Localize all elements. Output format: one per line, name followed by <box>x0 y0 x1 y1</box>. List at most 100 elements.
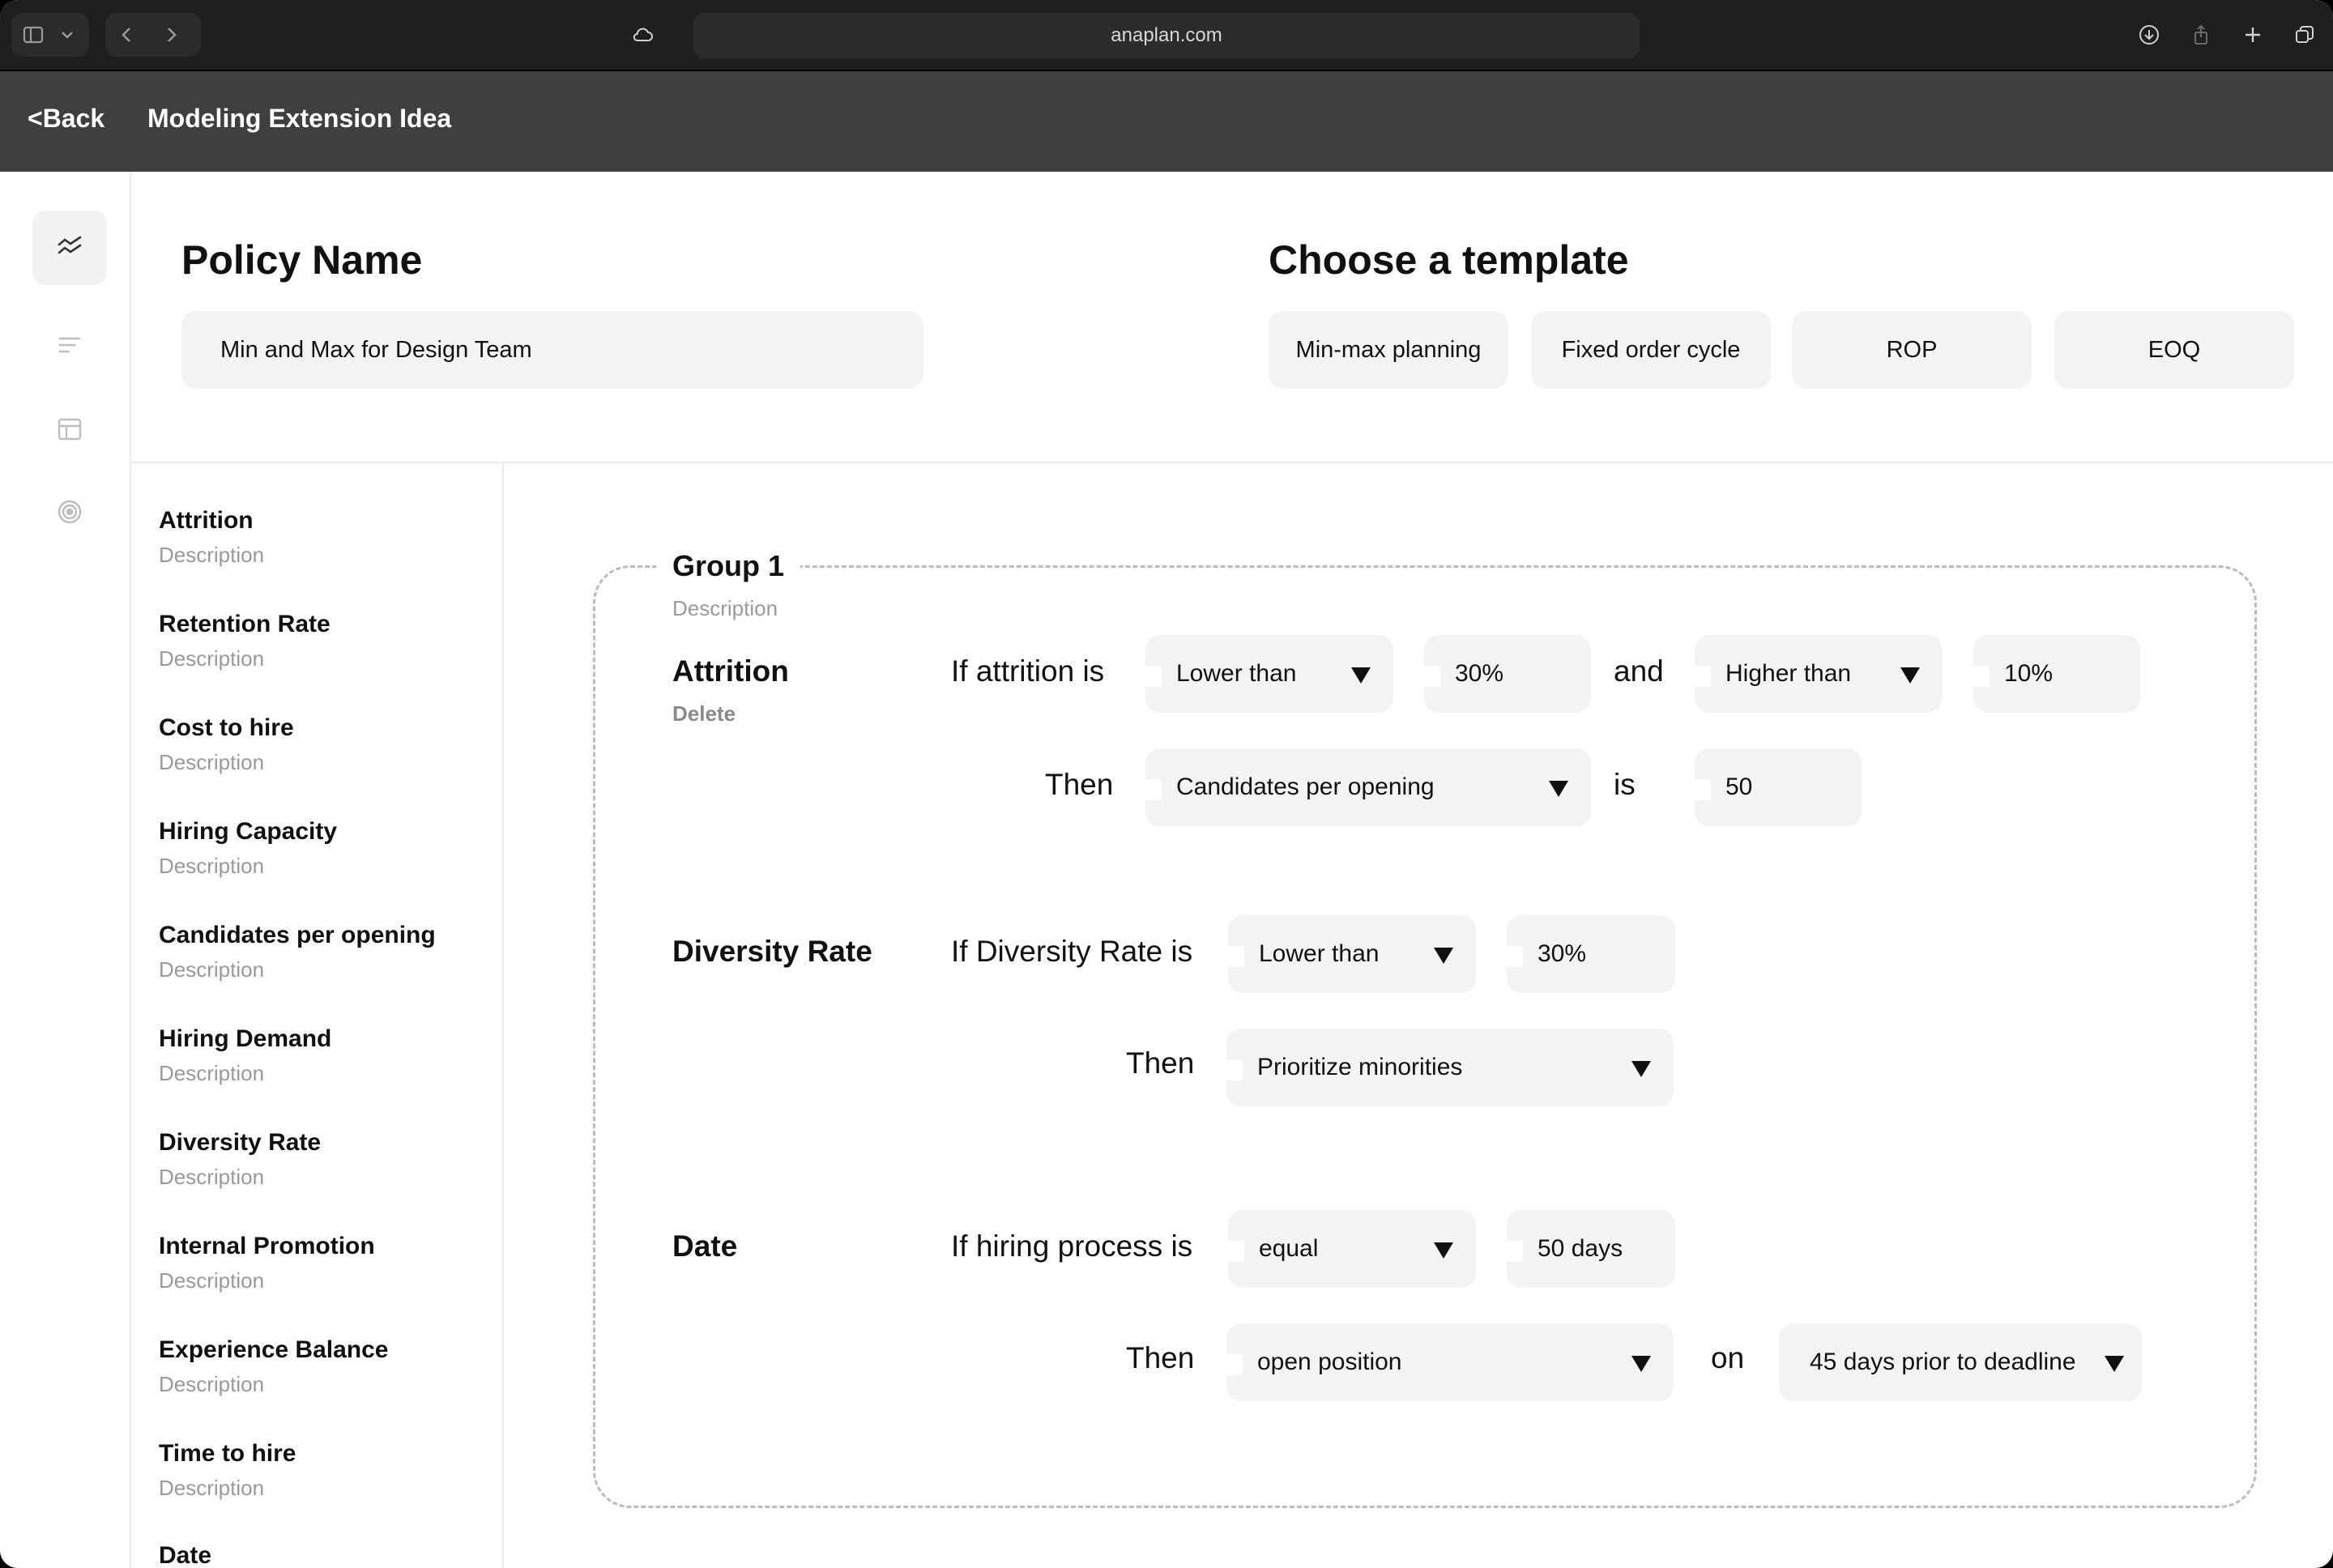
dropdown-value: Prioritize minorities <box>1257 1054 1463 1080</box>
list-item[interactable]: Time to hire Description <box>159 1440 296 1501</box>
dropdown-value: Lower than <box>1176 660 1297 687</box>
list-item[interactable]: Hiring Capacity Description <box>159 818 337 879</box>
condition-dropdown[interactable]: Higher than <box>1695 635 1943 713</box>
download-icon[interactable] <box>2127 13 2171 57</box>
chevron-down-icon <box>55 13 79 57</box>
metric-title: Candidates per opening <box>159 922 436 948</box>
metric-title: Internal Promotion <box>159 1233 375 1259</box>
dropdown-value: Lower than <box>1259 940 1380 967</box>
checkbox[interactable] <box>1228 946 1244 967</box>
dropdown-value: Candidates per opening <box>1176 773 1435 800</box>
delete-rule-button[interactable]: Delete <box>672 701 736 726</box>
value-field[interactable]: 30% <box>1424 635 1591 713</box>
list-item[interactable]: Hiring Demand Description <box>159 1025 331 1086</box>
value-field[interactable]: 10% <box>1973 635 2140 713</box>
condition-dropdown[interactable]: Lower than <box>1145 635 1393 713</box>
dropdown-arrow-icon <box>1351 667 1371 684</box>
metric-title: Attrition <box>159 507 254 534</box>
dropdown-arrow-icon <box>1434 948 1453 964</box>
table-icon <box>55 415 84 448</box>
checkbox[interactable] <box>1145 666 1162 687</box>
list-item[interactable]: Experience Balance Description <box>159 1336 389 1397</box>
checkbox[interactable] <box>1507 1241 1523 1262</box>
action-dropdown[interactable]: Candidates per opening <box>1145 748 1591 826</box>
metric-desc: Description <box>159 1061 265 1085</box>
nav-target[interactable] <box>32 476 107 551</box>
metric-desc: Description <box>159 543 265 567</box>
and-label: and <box>1614 654 1664 688</box>
dropdown-arrow-icon <box>1631 1356 1651 1372</box>
condition-dropdown[interactable]: Lower than <box>1228 915 1476 993</box>
template-rop[interactable]: ROP <box>1792 311 2032 389</box>
new-tab-icon[interactable] <box>2231 13 2275 57</box>
checkbox[interactable] <box>1695 666 1711 687</box>
dropdown-arrow-icon <box>1434 1242 1453 1259</box>
value-field[interactable]: 50 days <box>1507 1210 1675 1288</box>
nav-trends[interactable] <box>32 211 107 285</box>
dropdown-value: Higher than <box>1725 660 1852 687</box>
then-label: Then <box>1126 1046 1195 1080</box>
list-item[interactable]: Internal Promotion Description <box>159 1233 375 1293</box>
checkbox[interactable] <box>1226 1354 1243 1375</box>
checkbox[interactable] <box>1507 946 1523 967</box>
rule-title-attrition: Attrition <box>672 654 789 688</box>
action-dropdown[interactable]: Prioritize minorities <box>1226 1029 1674 1106</box>
timing-dropdown[interactable]: 45 days prior to deadline <box>1779 1323 2142 1401</box>
tabs-overview-icon[interactable] <box>2283 13 2327 57</box>
checkbox[interactable] <box>1973 666 1990 687</box>
on-label: on <box>1711 1341 1745 1374</box>
condition-dropdown[interactable]: equal <box>1228 1210 1476 1288</box>
metric-title: Experience Balance <box>159 1336 389 1363</box>
dropdown-arrow-icon <box>2105 1356 2124 1372</box>
list-item[interactable]: Diversity Rate Description <box>159 1129 321 1190</box>
dropdown-arrow-icon <box>1549 781 1568 797</box>
metric-desc: Description <box>159 1268 265 1293</box>
address-bar[interactable]: anaplan.com <box>693 13 1640 58</box>
checkbox[interactable] <box>1228 1241 1244 1262</box>
template-heading: Choose a template <box>1269 237 1629 283</box>
app-header: <Back Modeling Extension Idea <box>0 71 2333 172</box>
if-label: If hiring process is <box>951 1229 1193 1263</box>
checkbox[interactable] <box>1424 666 1440 687</box>
then-label: Then <box>1045 768 1114 801</box>
checkbox[interactable] <box>1145 779 1162 800</box>
metric-title: Hiring Capacity <box>159 818 338 845</box>
metric-desc: Description <box>159 1372 265 1396</box>
list-item[interactable]: Candidates per opening Description <box>159 922 436 982</box>
list-item[interactable]: Attrition Description <box>159 507 264 568</box>
app-window: anaplan.com <Back Modeling Extension Ide… <box>0 0 2333 1568</box>
back-arrow-icon[interactable] <box>105 13 149 57</box>
template-eoq[interactable]: EOQ <box>2054 311 2294 389</box>
checkbox[interactable] <box>1695 779 1711 800</box>
policy-name-input[interactable]: Min and Max for Design Team <box>181 311 923 389</box>
nav-list[interactable] <box>32 309 107 384</box>
checkbox[interactable] <box>1226 1059 1243 1080</box>
dropdown-value: open position <box>1257 1349 1402 1375</box>
dropdown-arrow-icon <box>1900 667 1920 684</box>
template-min-max-planning[interactable]: Min-max planning <box>1269 311 1508 389</box>
group-desc: Description <box>672 596 778 620</box>
value-field[interactable]: 50 <box>1695 748 1862 826</box>
back-button[interactable]: <Back <box>28 104 104 134</box>
template-fixed-order-cycle[interactable]: Fixed order cycle <box>1531 311 1771 389</box>
list-item[interactable]: Retention Rate Description <box>159 611 331 671</box>
if-label: If attrition is <box>951 654 1105 688</box>
list-item[interactable]: Cost to hire Description <box>159 714 294 775</box>
browser-toolbar: anaplan.com <box>0 0 2333 71</box>
metric-desc: Description <box>159 957 265 982</box>
list-item[interactable]: Date <box>159 1542 211 1568</box>
metric-title: Retention Rate <box>159 611 331 637</box>
action-dropdown[interactable]: open position <box>1226 1323 1674 1401</box>
nav-table[interactable] <box>32 394 107 468</box>
rule-title-diversity: Diversity Rate <box>672 935 872 968</box>
nav-buttons <box>105 13 201 57</box>
sidebar-toggle[interactable] <box>11 13 89 57</box>
value-field[interactable]: 30% <box>1507 915 1675 993</box>
metric-title: Time to hire <box>159 1440 296 1467</box>
field-value: 50 days <box>1538 1235 1623 1262</box>
icloud-button[interactable] <box>621 13 669 57</box>
trend-lines-icon <box>55 232 84 265</box>
forward-arrow-icon[interactable] <box>149 13 193 57</box>
policy-name-value: Min and Max for Design Team <box>220 336 532 363</box>
share-icon[interactable] <box>2179 13 2223 57</box>
